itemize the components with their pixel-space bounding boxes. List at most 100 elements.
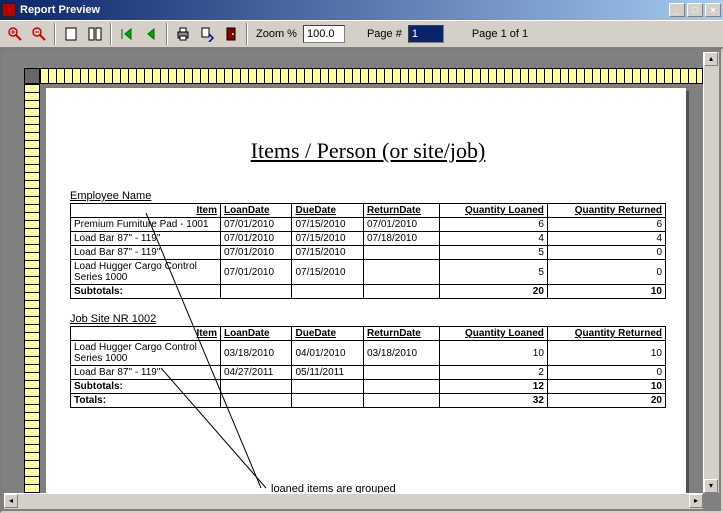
section-label: Employee Name [70, 190, 666, 202]
table-cell: 6 [547, 218, 665, 232]
window-title: Report Preview [20, 4, 669, 16]
table-row: Load Bar 87" - 119"07/01/201007/15/20100… [71, 232, 666, 246]
column-header: DueDate [292, 204, 363, 218]
column-header: LoanDate [221, 204, 292, 218]
table-cell: 07/15/2010 [292, 246, 363, 260]
table-cell: 10 [547, 380, 665, 394]
table-cell: Totals: [71, 394, 221, 408]
separator [166, 23, 168, 45]
table-cell: 07/15/2010 [292, 218, 363, 232]
prev-icon [143, 26, 159, 42]
column-header: Item [71, 204, 221, 218]
export-button[interactable] [196, 23, 218, 45]
page-width-button[interactable] [60, 23, 82, 45]
table-cell [292, 285, 363, 299]
zoom-out-button[interactable] [28, 23, 50, 45]
table-cell: 10 [547, 341, 665, 366]
table-cell: 20 [547, 394, 665, 408]
table-cell: 5 [440, 246, 548, 260]
zoom-input[interactable] [303, 25, 345, 43]
report-title: Items / Person (or site/job) [70, 138, 666, 164]
table-cell: 4 [440, 232, 548, 246]
separator [246, 23, 248, 45]
page-count-label: Page 1 of 1 [472, 28, 528, 40]
scrollbar-horizontal[interactable]: ◂ ▸ [4, 493, 703, 509]
first-page-button[interactable] [116, 23, 138, 45]
annotation-line-1: loaned items are grouped [271, 483, 420, 493]
table-cell: 32 [440, 394, 548, 408]
scroll-up-button[interactable]: ▴ [704, 52, 718, 66]
page-num-label: Page # [367, 28, 402, 40]
toolbar: Zoom % Page # Page 1 of 1 [0, 20, 723, 48]
table-cell: Premium Furniture Pad - 1001 [71, 218, 221, 232]
table-cell: 6 [440, 218, 548, 232]
close-button[interactable]: × [705, 3, 721, 17]
page-input[interactable] [408, 25, 444, 43]
print-icon [175, 26, 191, 42]
table-cell [363, 380, 439, 394]
zoom-in-button[interactable] [4, 23, 26, 45]
report-page: Items / Person (or site/job) Employee Na… [46, 88, 686, 493]
zoom-label: Zoom % [256, 28, 297, 40]
table-row: Load Bar 87" - 119"04/27/201105/11/20112… [71, 366, 666, 380]
column-header: DueDate [292, 327, 363, 341]
scroll-right-button[interactable]: ▸ [689, 494, 703, 508]
table-cell [363, 246, 439, 260]
column-header: Quantity Returned [547, 327, 665, 341]
table-cell: 07/01/2010 [363, 218, 439, 232]
separator [110, 23, 112, 45]
print-button[interactable] [172, 23, 194, 45]
close-preview-button[interactable] [220, 23, 242, 45]
title-bar: Report Preview _ □ × [0, 0, 723, 20]
table-cell: Load Hugger Cargo Control Series 1000 [71, 341, 221, 366]
table-cell: 07/15/2010 [292, 260, 363, 285]
column-header: ReturnDate [363, 204, 439, 218]
maximize-button[interactable]: □ [687, 3, 703, 17]
table-cell: 5 [440, 260, 548, 285]
table-cell: 07/01/2010 [221, 218, 292, 232]
preview-area: Items / Person (or site/job) Employee Na… [0, 48, 723, 513]
annotation-text: loaned items are grouped by employee nam… [271, 483, 420, 493]
table-cell [221, 285, 292, 299]
ruler-corner [24, 68, 40, 84]
table-cell: 10 [440, 341, 548, 366]
column-header: Quantity Returned [547, 204, 665, 218]
table-cell: Load Bar 87" - 119" [71, 366, 221, 380]
table-cell: Subtotals: [71, 380, 221, 394]
table-cell: Load Bar 87" - 119" [71, 232, 221, 246]
table-cell [292, 380, 363, 394]
table-cell: 04/01/2010 [292, 341, 363, 366]
report-table: ItemLoanDateDueDateReturnDateQuantity Lo… [70, 326, 666, 408]
subtotal-row: Subtotals:2010 [71, 285, 666, 299]
table-cell: 2 [440, 366, 548, 380]
pages-icon [87, 26, 103, 42]
table-cell [363, 366, 439, 380]
table-row: Load Bar 87" - 119"07/01/201007/15/20105… [71, 246, 666, 260]
table-cell: 07/01/2010 [221, 260, 292, 285]
table-cell [363, 260, 439, 285]
page-icon [63, 26, 79, 42]
whole-page-button[interactable] [84, 23, 106, 45]
table-cell: 0 [547, 246, 665, 260]
table-cell [221, 380, 292, 394]
table-cell [363, 285, 439, 299]
table-row: Load Hugger Cargo Control Series 100007/… [71, 260, 666, 285]
column-header: LoanDate [221, 327, 292, 341]
table-cell: 07/18/2010 [363, 232, 439, 246]
ruler-vertical [24, 84, 40, 493]
table-cell [221, 394, 292, 408]
minimize-button[interactable]: _ [669, 3, 685, 17]
scrollbar-vertical[interactable]: ▴ ▾ [703, 52, 719, 493]
table-cell: 07/15/2010 [292, 232, 363, 246]
table-row: Load Hugger Cargo Control Series 100003/… [71, 341, 666, 366]
scroll-left-button[interactable]: ◂ [4, 494, 18, 508]
table-cell: 0 [547, 366, 665, 380]
column-header: Quantity Loaned [440, 204, 548, 218]
prev-page-button[interactable] [140, 23, 162, 45]
scroll-down-button[interactable]: ▾ [704, 479, 718, 493]
table-cell [363, 394, 439, 408]
table-cell: 07/01/2010 [221, 246, 292, 260]
table-cell: 20 [440, 285, 548, 299]
table-cell: 12 [440, 380, 548, 394]
zoom-out-icon [31, 26, 47, 42]
